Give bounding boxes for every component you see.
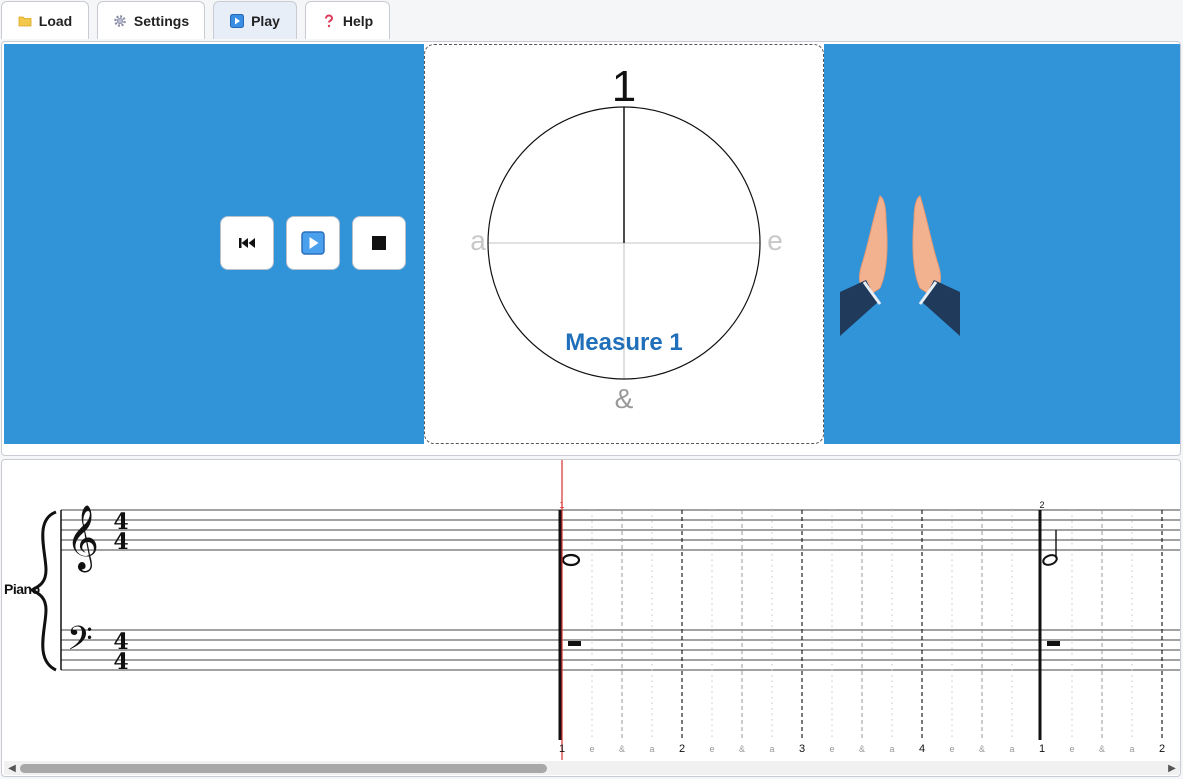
count-label: e — [949, 744, 954, 754]
count-label: a — [769, 744, 774, 754]
tab-settings-label: Settings — [133, 12, 190, 29]
clapping-hands-icon — [840, 195, 960, 336]
count-label: 1 — [1039, 743, 1045, 755]
gear-icon — [114, 14, 126, 27]
measure-label: Measure 1 — [565, 329, 682, 356]
rewind-button[interactable] — [220, 216, 274, 270]
question-icon — [324, 14, 333, 27]
tab-bar: Load Settings Play Help — [0, 0, 1183, 41]
scroll-right-icon[interactable]: ▶ — [1166, 762, 1178, 774]
count-grid — [591, 510, 1163, 740]
scrollbar-thumb[interactable] — [20, 764, 547, 773]
transport-area — [4, 44, 424, 444]
bass-clef-icon: 𝄢 — [67, 620, 93, 666]
whole-rest[interactable] — [568, 641, 581, 646]
count-label: e — [589, 744, 594, 754]
tab-load[interactable]: Load — [1, 1, 89, 39]
tab-settings[interactable]: Settings — [97, 1, 205, 39]
tab-play[interactable]: Play — [213, 1, 297, 39]
count-label: e — [709, 744, 714, 754]
count-label: a — [1129, 744, 1134, 754]
score-panel: Piano 𝄞 𝄢 4 4 4 4 1 2 1e&a2e&a3e&a4e&a1e… — [1, 459, 1181, 777]
tab-load-label: Load — [38, 12, 73, 29]
beat-visualizer: 1 a e & Measure 1 — [424, 44, 824, 444]
count-label: 3 — [799, 743, 805, 755]
clap-area — [824, 44, 1180, 444]
instrument-label: Piano — [4, 581, 40, 597]
rewind-icon — [239, 238, 255, 248]
staff-lines — [61, 509, 1180, 671]
whole-note[interactable] — [561, 553, 581, 567]
count-label: & — [739, 744, 745, 754]
count-label: a — [1009, 744, 1014, 754]
tab-help[interactable]: Help — [305, 1, 390, 39]
folder-icon — [18, 16, 32, 26]
count-label: a — [649, 744, 654, 754]
count-label: e — [1069, 744, 1074, 754]
whole-rest[interactable] — [1047, 641, 1060, 646]
count-labels: 1 e & a 2 e & a 3 e & a 4 e & a 1 e & a 2 — [559, 743, 1165, 755]
bass-time-bottom: 4 — [113, 649, 128, 675]
horizontal-scrollbar[interactable]: ◀ ▶ — [4, 761, 1180, 775]
count-label: 4 — [919, 743, 925, 755]
count-label: a — [889, 744, 894, 754]
count-label: & — [859, 744, 865, 754]
count-label: & — [1099, 744, 1105, 754]
count-label: 2 — [1159, 743, 1165, 755]
scroll-left-icon[interactable]: ◀ — [6, 762, 18, 774]
stop-button[interactable] — [352, 216, 406, 270]
beat-label-bottom: & — [615, 383, 634, 414]
beat-count-top: 1 — [612, 62, 636, 111]
tab-help-label: Help — [342, 12, 374, 29]
stop-icon — [372, 236, 386, 250]
treble-clef-icon: 𝄞 — [66, 505, 99, 572]
count-label: 2 — [679, 743, 685, 755]
score-view: Piano 𝄞 𝄢 4 4 4 4 1 2 1e&a2e&a3e&a4e&a1e… — [4, 460, 1180, 760]
count-label: e — [829, 744, 834, 754]
count-label: 1 — [559, 743, 565, 755]
measure-number: 2 — [1039, 500, 1044, 510]
count-label: & — [979, 744, 985, 754]
beat-label-right: e — [767, 225, 783, 256]
tab-play-label: Play — [251, 12, 280, 29]
beat-circle: 1 a e & Measure 1 — [470, 62, 783, 414]
count-label: & — [619, 744, 625, 754]
beat-label-left: a — [470, 225, 486, 256]
play-button[interactable] — [286, 216, 340, 270]
player-panel: 1 a e & Measure 1 — [1, 41, 1181, 456]
half-note[interactable] — [1042, 530, 1058, 567]
play-icon — [230, 13, 245, 28]
play-icon — [301, 231, 325, 255]
treble-time-bottom: 4 — [113, 529, 128, 555]
